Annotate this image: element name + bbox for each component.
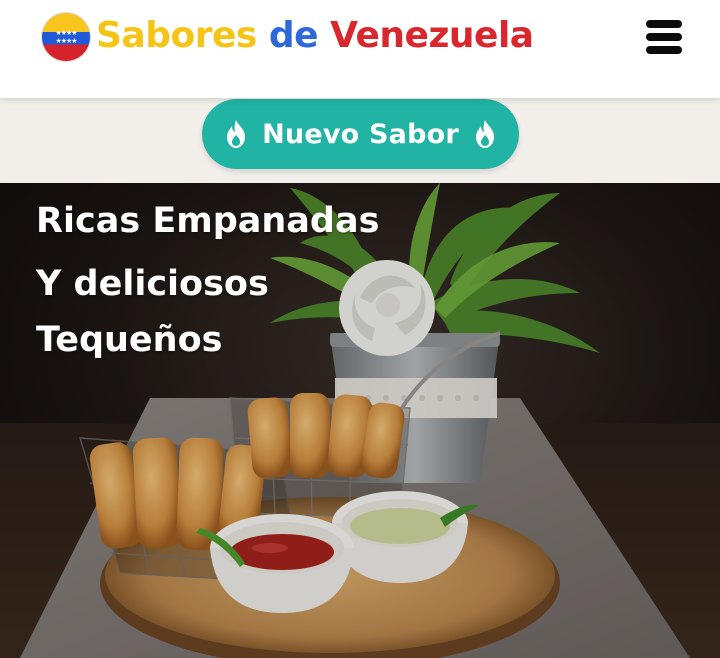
hero-banner: Ricas Empanadas Y deliciosos Tequeños	[0, 183, 720, 658]
title-word-venezuela: Venezuela	[330, 15, 534, 56]
cta-label: Nuevo Sabor	[262, 118, 459, 150]
site-title[interactable]: Sabores de Venezuela	[96, 14, 534, 58]
fire-icon	[227, 120, 246, 148]
cta-band: Nuevo Sabor	[0, 98, 720, 183]
fire-icon	[475, 120, 494, 148]
site-header: ★★★★ ★★★★ Sabores de Venezuela	[0, 0, 720, 98]
venezuela-flag-logo-icon[interactable]: ★★★★ ★★★★	[42, 13, 90, 61]
nuevo-sabor-button[interactable]: Nuevo Sabor	[202, 99, 519, 169]
hamburger-menu-icon[interactable]	[646, 20, 682, 54]
hero-food-photo	[0, 183, 720, 658]
menu-bar-bottom	[646, 46, 682, 54]
logo-stars: ★★★★ ★★★★	[55, 29, 77, 45]
menu-bar-top	[646, 20, 682, 28]
title-word-de: de	[268, 15, 319, 56]
hero-line-empanadas: Ricas Empanadas	[36, 201, 380, 241]
hero-line-tequenos: Tequeños	[36, 320, 223, 360]
hero-line-deliciosos: Y deliciosos	[36, 264, 269, 304]
menu-bar-middle	[646, 33, 682, 41]
title-word-sabores: Sabores	[96, 15, 257, 56]
